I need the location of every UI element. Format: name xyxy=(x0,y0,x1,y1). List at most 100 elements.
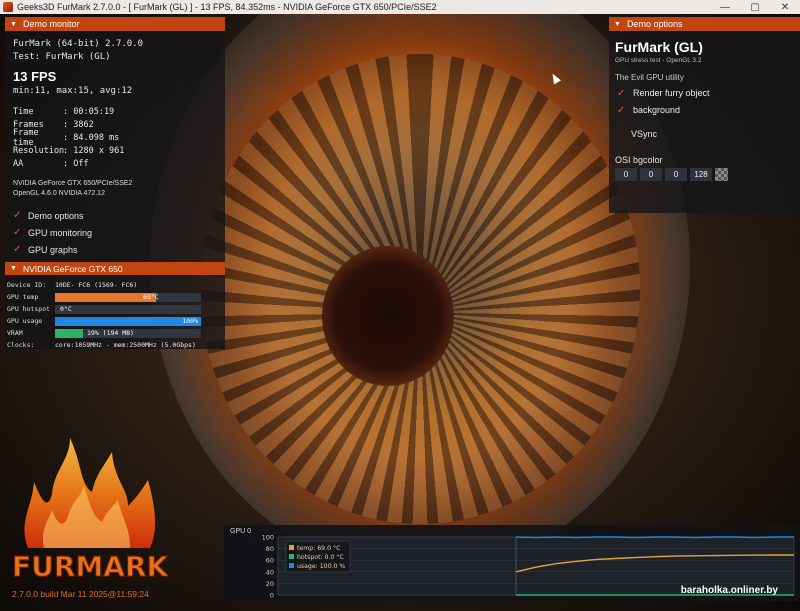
gpu-temp-bar: 69°C xyxy=(55,292,201,302)
checkbox-label: Render furry object xyxy=(633,88,710,98)
stat-key: AA xyxy=(13,158,24,169)
graph-legend-swatch xyxy=(289,563,294,568)
gpu-temp-value: 69°C xyxy=(143,293,159,301)
osi-blue-input[interactable]: 0 xyxy=(665,168,687,181)
demo-title: FurMark (GL) xyxy=(615,39,703,55)
gpu-hotspot-label: GPU hotspot xyxy=(7,305,51,313)
graph-legend-label: hotspot: 0.0 °C xyxy=(297,553,344,561)
graph-y-tick-label: 60 xyxy=(266,557,274,565)
vram-bar: 19% (194 MB) xyxy=(55,328,201,338)
stat-value: : 84.098 ms xyxy=(63,132,120,143)
checkbox-demo-options[interactable]: ✓ Demo options xyxy=(13,207,92,224)
checkmark-icon[interactable]: ✓ xyxy=(13,210,23,221)
checkbox-label: GPU monitoring xyxy=(28,227,93,238)
gpu-usage-row: GPU usage 100% xyxy=(7,315,223,327)
evil-gpu-utility: The Evil GPU utility xyxy=(615,73,684,82)
stat-value: : 00:05:19 xyxy=(63,106,115,117)
furmark-logo: FURMARK xyxy=(11,438,168,584)
demo-options-panel: ▼ Demo options FurMark (GL) GPU stress t… xyxy=(609,17,800,213)
osi-green-input[interactable]: 0 xyxy=(640,168,662,181)
checkbox-render-furry-object[interactable]: ✓ Render furry object xyxy=(617,86,710,100)
watermark: baraholka.onliner.by xyxy=(680,585,778,596)
checkbox-label: GPU graphs xyxy=(28,244,78,255)
graph-y-tick-label: 0 xyxy=(270,592,274,600)
vram-value: 19% (194 MB) xyxy=(87,329,134,337)
osi-bgcolor-label: OSI bgcolor xyxy=(615,155,663,165)
checkbox-gpu-monitoring[interactable]: ✓ GPU monitoring xyxy=(13,224,92,241)
gpu-monitor-rows: Device ID: 10DE- FC6 (1569- FC6) GPU tem… xyxy=(7,279,223,351)
device-id-label: Device ID: xyxy=(7,281,47,289)
osi-color-swatch[interactable] xyxy=(715,168,728,181)
checkbox-background[interactable]: ✓ background xyxy=(617,103,680,117)
checkbox-gpu-graphs[interactable]: ✓ GPU graphs xyxy=(13,241,92,258)
collapse-caret-icon[interactable]: ▼ xyxy=(10,21,17,28)
collapse-caret-icon[interactable]: ▼ xyxy=(614,21,621,28)
gpu-usage-value: 100% xyxy=(182,317,198,325)
checkmark-icon[interactable]: ✓ xyxy=(617,88,627,99)
stat-row: Time : 00:05:19 xyxy=(13,105,124,118)
vram-row: VRAM 19% (194 MB) xyxy=(7,327,223,339)
graph-legend-swatch xyxy=(289,545,294,550)
stat-row: AA : Off xyxy=(13,157,124,170)
stat-value: : Off xyxy=(63,158,89,169)
monitor-checkboxes: ✓ Demo options ✓ GPU monitoring ✓ GPU graph… xyxy=(13,207,92,258)
gpu-temp-label: GPU temp xyxy=(7,293,39,301)
demo-monitor-header[interactable]: ▼ Demo monitor xyxy=(5,17,225,31)
test-name: Test: FurMark (GL) xyxy=(13,52,111,62)
vram-fill xyxy=(55,328,83,338)
osi-alpha-input[interactable]: 128 xyxy=(690,168,712,181)
stat-value: : 3862 xyxy=(63,119,94,130)
stat-key: Frame time xyxy=(13,127,39,148)
checkmark-icon[interactable]: ✓ xyxy=(617,105,627,116)
demo-monitor-title: Demo monitor xyxy=(22,19,80,29)
window-title: Geeks3D FurMark 2.7.0.0 - [ FurMark (GL)… xyxy=(17,2,437,12)
graph-y-tick-label: 40 xyxy=(266,568,274,576)
app-version: FurMark (64-bit) 2.7.0.0 xyxy=(13,39,144,49)
demo-monitor-panel: ▼ Demo monitor FurMark (64-bit) 2.7.0.0 … xyxy=(5,17,225,349)
gpu-monitor-header[interactable]: ▼ NVIDIA GeForce GTX 650 xyxy=(5,262,225,275)
gpu-hotspot-bar: 0°C xyxy=(55,304,201,314)
build-version: 2.7.0.0 build Mar 11 2025@11:59:24 xyxy=(12,589,149,599)
stat-row: Resolution: 1280 x 961 xyxy=(13,144,124,157)
gpu-temp-fill xyxy=(55,292,156,302)
demo-options-header[interactable]: ▼ Demo options xyxy=(609,17,800,31)
collapse-caret-icon[interactable]: ▼ xyxy=(10,265,17,272)
stat-row: Frame time : 84.098 ms xyxy=(13,128,124,148)
maximize-button[interactable]: ▢ xyxy=(740,0,770,14)
demo-subtitle: GPU stress test - OpenGL 3.2 xyxy=(615,57,702,64)
gpu-usage-fill xyxy=(55,316,201,326)
logo-text: FURMARK xyxy=(12,550,168,583)
graph-series-usage xyxy=(515,536,794,539)
minimize-button[interactable]: — xyxy=(710,0,740,14)
checkbox-label: background xyxy=(633,105,681,115)
gpu-temp-row: GPU temp 69°C xyxy=(7,291,223,303)
furmark-app-icon xyxy=(3,2,13,12)
device-id-value: 10DE- FC6 (1569- FC6) xyxy=(55,281,138,289)
checkbox-vsync[interactable]: VSync xyxy=(631,129,657,139)
graph-legend-label: temp: 69.0 °C xyxy=(297,544,340,552)
graph-y-tick-label: 20 xyxy=(266,580,274,588)
clocks-row: Clocks: core:1059MHz - mem:2500MHz (5.0G… xyxy=(7,339,223,351)
close-button[interactable]: ✕ xyxy=(770,0,800,14)
stats-list: Time: 00:05:19 Frames: 3862 Frame time: … xyxy=(13,105,124,170)
stat-key: Resolution xyxy=(13,145,65,156)
demo-options-title: Demo options xyxy=(626,19,683,29)
graph-y-tick-label: 100 xyxy=(262,534,274,542)
device-id-row: Device ID: 10DE- FC6 (1569- FC6) xyxy=(7,279,223,291)
graph-y-tick-label: 80 xyxy=(266,545,274,553)
gpu-hotspot-row: GPU hotspot 0°C xyxy=(7,303,223,315)
vram-label: VRAM xyxy=(7,329,23,337)
checkmark-icon[interactable]: ✓ xyxy=(13,227,23,238)
window-titlebar: Geeks3D FurMark 2.7.0.0 - [ FurMark (GL)… xyxy=(0,0,800,14)
stat-value: : 1280 x 961 xyxy=(63,145,125,156)
stat-key: Time xyxy=(13,106,34,117)
gpu-renderer: NVIDIA GeForce GTX 650/PCIe/SSE2 xyxy=(13,180,133,187)
opengl-version: OpenGL 4.6.0 NVIDIA 472.12 xyxy=(13,190,105,197)
fps-readout: 13 FPS xyxy=(13,69,57,84)
clocks-label: Clocks: xyxy=(7,341,35,349)
gpu-usage-bar: 100% xyxy=(55,316,201,326)
fps-minmax: min:11, max:15, avg:12 xyxy=(13,86,133,96)
gpu-hotspot-value: 0°C xyxy=(60,305,72,313)
osi-red-input[interactable]: 0 xyxy=(615,168,637,181)
checkmark-icon[interactable]: ✓ xyxy=(13,244,23,255)
